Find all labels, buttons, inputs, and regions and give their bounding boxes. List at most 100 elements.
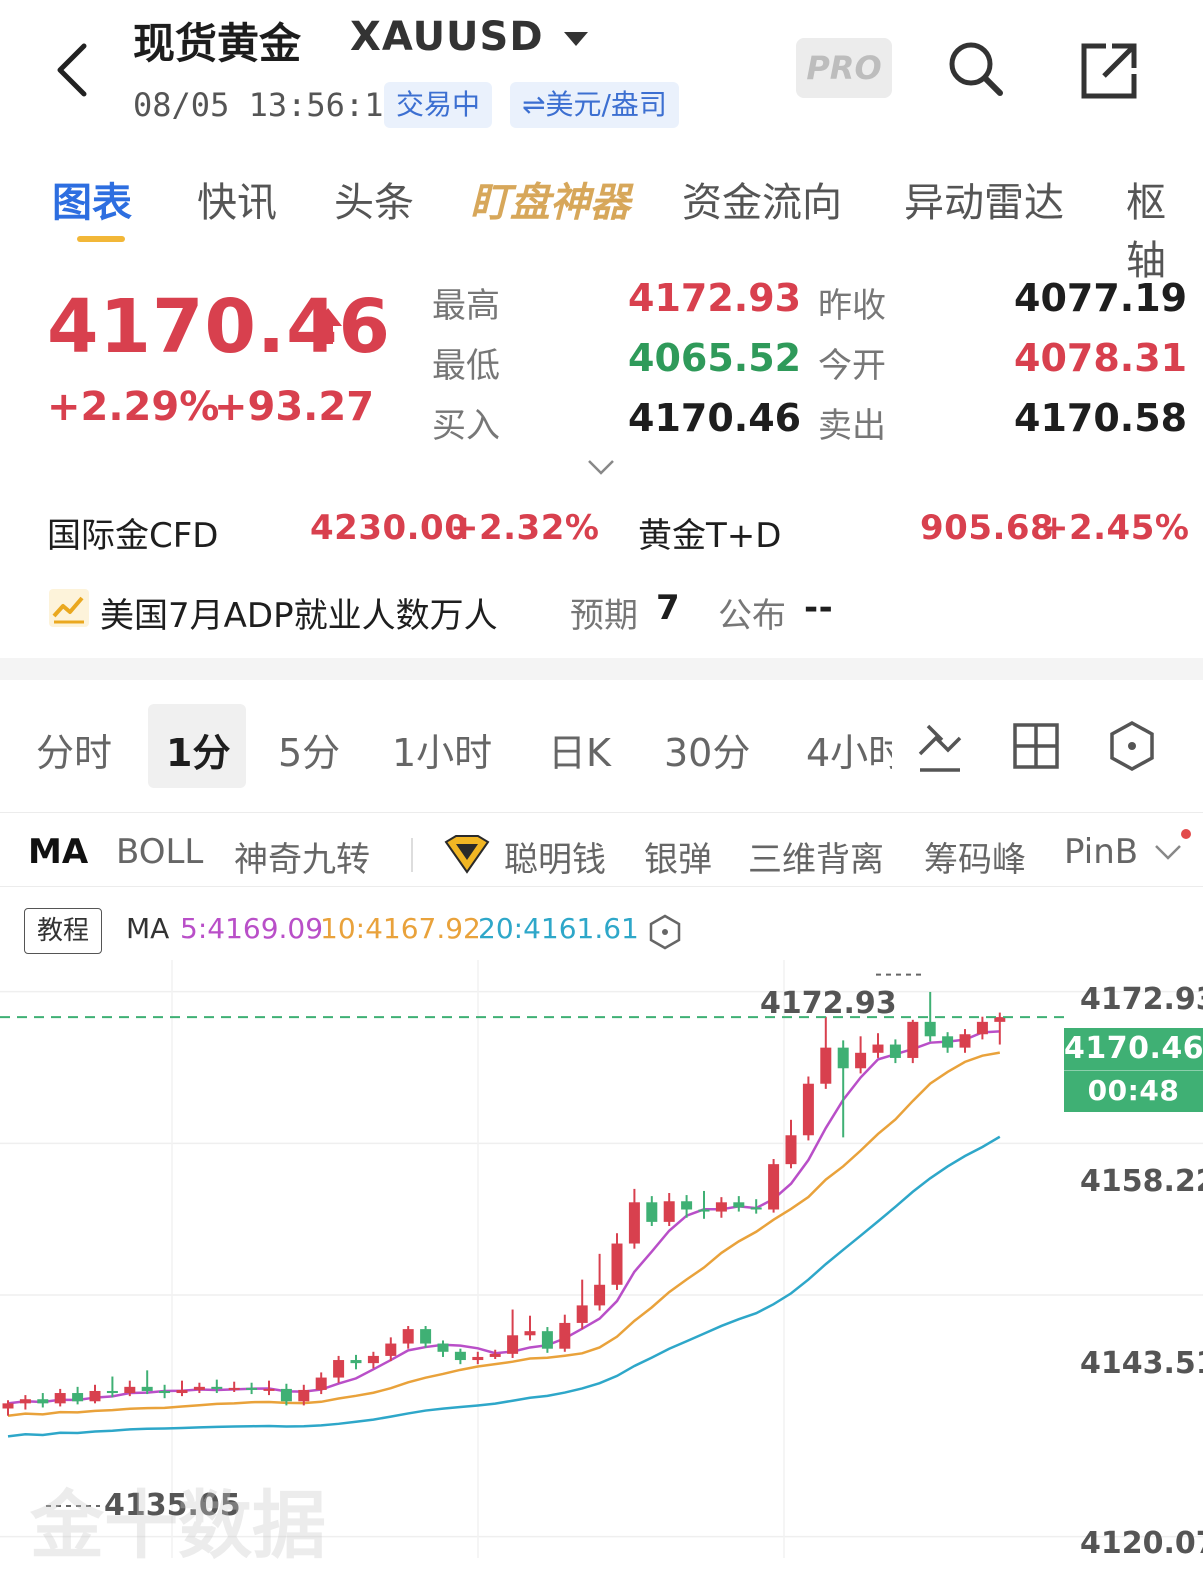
candle-body xyxy=(246,1387,258,1390)
candle-body xyxy=(367,1355,379,1364)
chevron-down-icon[interactable] xyxy=(586,458,616,476)
candle-body xyxy=(193,1386,205,1390)
unit-switch-badge[interactable]: ⇌美元/盎司 xyxy=(510,82,679,128)
candle-body xyxy=(333,1360,345,1378)
tab-flash-news[interactable]: 快讯 xyxy=(197,170,277,228)
period-30min[interactable]: 30分 xyxy=(664,722,750,777)
indicator-smart-money[interactable]: 聪明钱 xyxy=(504,832,606,881)
percent-change: +2.29% xyxy=(47,384,220,430)
bid-value: 4170.46 xyxy=(628,396,802,440)
indicator-nine-turn[interactable]: 神奇九转 xyxy=(234,832,370,881)
candle-body xyxy=(541,1331,553,1349)
period-timeshare[interactable]: 分时 xyxy=(36,722,112,777)
y-tick-4: 4120.07 xyxy=(1080,1526,1203,1558)
period-4hour-clip: 4小时 xyxy=(806,722,892,774)
absolute-change: +93.27 xyxy=(214,384,375,430)
candle-body xyxy=(176,1389,188,1394)
candle-body xyxy=(106,1390,118,1394)
chart-settings-icon[interactable] xyxy=(1108,720,1156,772)
tab-fund-flow[interactable]: 资金流向 xyxy=(682,170,842,228)
candle-body xyxy=(19,1399,31,1404)
candle-body xyxy=(942,1036,954,1048)
candle-body xyxy=(420,1329,432,1344)
back-arrow-icon[interactable] xyxy=(50,40,100,100)
indicator-pinbar-clip: PinB xyxy=(1064,832,1144,880)
candle-body xyxy=(924,1021,936,1037)
period-1hour[interactable]: 1小时 xyxy=(392,722,492,777)
open-label: 今开 xyxy=(818,346,886,386)
draw-tool-icon[interactable] xyxy=(914,718,966,774)
ma5-value: 5:4169.09 xyxy=(180,912,324,945)
tutorial-button[interactable]: 教程 xyxy=(24,908,102,954)
period-5min[interactable]: 5分 xyxy=(278,722,340,777)
candle-body xyxy=(350,1360,362,1364)
pro-button[interactable]: PRO xyxy=(796,38,892,98)
related-name-cfd[interactable]: 国际金CFD xyxy=(47,508,218,557)
candle-body xyxy=(402,1329,414,1344)
event-expected-label: 预期 xyxy=(570,596,638,636)
candle-body xyxy=(37,1399,49,1404)
high-label: 最高 xyxy=(432,286,500,326)
period-4hour[interactable]: 4小时 xyxy=(806,722,892,774)
ma-settings-icon[interactable] xyxy=(648,914,682,950)
candle-body xyxy=(141,1386,153,1391)
indicator-chip-peak[interactable]: 筹码峰 xyxy=(924,832,1026,881)
candle-body xyxy=(489,1353,501,1357)
indicator-ma[interactable]: MA xyxy=(28,832,88,872)
candle-body xyxy=(228,1387,240,1390)
bid-label: 买入 xyxy=(432,406,500,446)
candle-body xyxy=(750,1207,762,1210)
tab-anomaly-radar[interactable]: 异动雷达 xyxy=(904,170,1064,228)
candle-body xyxy=(524,1331,536,1336)
share-icon[interactable] xyxy=(1078,40,1140,102)
indicator-silver-bullet[interactable]: 银弹 xyxy=(644,832,712,881)
candle-body xyxy=(646,1202,658,1222)
candle-body xyxy=(385,1343,397,1356)
candle-body xyxy=(89,1390,101,1402)
candle-body xyxy=(715,1202,727,1212)
layout-grid-icon[interactable] xyxy=(1012,722,1060,770)
related-name-td[interactable]: 黄金T+D xyxy=(638,508,781,557)
caret-down-icon[interactable] xyxy=(562,30,590,48)
search-icon[interactable] xyxy=(945,38,1005,98)
tab-watch-tool[interactable]: 盯盘神器 xyxy=(470,170,630,228)
toolbar-divider xyxy=(0,812,1203,813)
candle-body xyxy=(280,1388,292,1402)
candle-body xyxy=(959,1034,971,1048)
economic-data-icon xyxy=(49,589,89,627)
tab-headlines[interactable]: 头条 xyxy=(334,170,414,228)
instrument-symbol[interactable]: XAUUSD xyxy=(350,14,544,60)
ma5-line xyxy=(7,1030,1000,1405)
expand-indicators-icon[interactable] xyxy=(1150,826,1196,866)
up-arrow-icon xyxy=(314,308,342,344)
indicator-pinbar[interactable]: PinB xyxy=(1064,832,1138,872)
candle-body xyxy=(663,1201,675,1222)
event-expected-value: 7 xyxy=(656,588,681,628)
indicator-divider-line xyxy=(0,886,1203,887)
quote-timestamp: 08/05 13:56:11 xyxy=(133,86,403,124)
candle-body xyxy=(872,1044,884,1053)
period-1min[interactable]: 1分 xyxy=(166,722,230,777)
period-daily[interactable]: 日K xyxy=(548,722,611,777)
related-price-cfd: 4230.00 xyxy=(310,508,469,548)
event-published-label: 公布 xyxy=(718,596,786,636)
candle-body xyxy=(559,1322,571,1349)
indicator-3d-divergence[interactable]: 三维背离 xyxy=(748,832,884,881)
candle-body xyxy=(820,1047,832,1084)
ma20-value: 20:4161.61 xyxy=(478,912,639,945)
candle-body xyxy=(698,1209,710,1212)
indicator-boll[interactable]: BOLL xyxy=(116,832,203,872)
candle-body xyxy=(681,1201,693,1210)
event-title[interactable]: 美国7月ADP就业人数万人 xyxy=(100,588,498,637)
high-value: 4172.93 xyxy=(628,276,802,320)
candle-body xyxy=(437,1343,449,1352)
ma-label: MA xyxy=(126,912,170,945)
candle-body xyxy=(298,1389,310,1402)
candle-body xyxy=(802,1083,814,1136)
tab-chart[interactable]: 图表 xyxy=(52,170,132,228)
candle-body xyxy=(124,1386,136,1394)
candle-body xyxy=(576,1305,588,1323)
candle-body xyxy=(507,1335,519,1354)
tab-pivot[interactable]: 枢轴 xyxy=(1126,170,1203,286)
related-price-td: 905.68 xyxy=(920,508,1055,548)
